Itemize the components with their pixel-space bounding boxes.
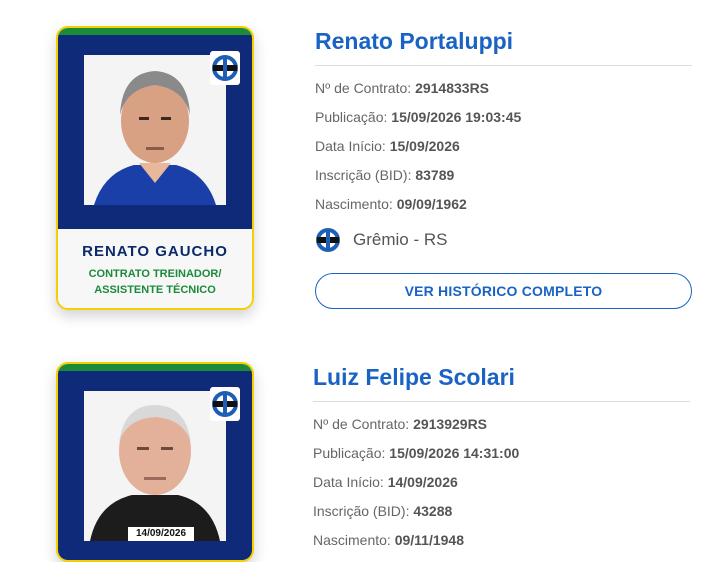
club-row: Grêmio - RS [315, 227, 692, 253]
coach-card: 14/09/2026 [56, 362, 254, 562]
birth-date-row: Nascimento: 09/11/1948 [313, 532, 690, 549]
field-label: Nº de Contrato: [313, 416, 410, 432]
publication-row: Publicação: 15/09/2026 14:31:00 [313, 445, 690, 462]
gremio-crest-icon [315, 227, 341, 253]
field-value: 2914833RS [415, 80, 490, 96]
field-label: Nº de Contrato: [315, 80, 412, 96]
contract-role-line: CONTRATO TREINADOR/ [88, 268, 222, 280]
coach-photo [84, 55, 226, 205]
coach-photo: 14/09/2026 [84, 391, 226, 541]
start-date-row: Data Início: 15/09/2026 [315, 138, 692, 155]
birth-date-row: Nascimento: 09/09/1962 [315, 196, 692, 213]
contract-number-row: Nº de Contrato: 2914833RS [315, 80, 692, 97]
field-label: Inscrição (BID): [313, 503, 410, 519]
photo-date: 14/09/2026 [128, 527, 194, 541]
field-value: 15/09/2026 [389, 138, 460, 154]
card-stripe [58, 28, 252, 35]
field-label: Data Início: [313, 474, 384, 490]
field-value: 15/09/2026 19:03:45 [391, 109, 522, 125]
coach-card: RENATO GAUCHO CONTRATO TREINADOR/ ASSIST… [56, 26, 254, 310]
card-footer: RENATO GAUCHO CONTRATO TREINADOR/ ASSIST… [58, 229, 252, 308]
field-value: 83789 [415, 167, 455, 183]
field-value: 43288 [413, 503, 453, 519]
coach-details: Luiz Felipe Scolari Nº de Contrato: 2913… [313, 364, 690, 549]
field-label: Data Início: [315, 138, 386, 154]
coach-details: Renato Portaluppi Nº de Contrato: 291483… [315, 28, 692, 309]
field-label: Publicação: [313, 445, 386, 461]
coach-name: Luiz Felipe Scolari [313, 364, 690, 402]
club-name: Grêmio - RS [353, 230, 448, 249]
registration-row: Inscrição (BID): 83789 [315, 167, 692, 184]
gremio-crest-icon [210, 387, 240, 421]
field-value: 15/09/2026 14:31:00 [389, 445, 520, 461]
field-value: 09/09/1962 [396, 196, 467, 212]
contract-role-line: ASSISTENTE TÉCNICO [94, 284, 216, 296]
field-value: 09/11/1948 [394, 532, 464, 548]
view-full-history-button[interactable]: VER HISTÓRICO COMPLETO [315, 273, 692, 309]
field-label: Nascimento: [315, 196, 393, 212]
coach-nickname: RENATO GAUCHO [82, 243, 228, 260]
registration-row: Inscrição (BID): 43288 [313, 503, 690, 520]
field-label: Inscrição (BID): [315, 167, 412, 183]
field-label: Publicação: [315, 109, 388, 125]
card-header [58, 35, 252, 229]
field-value: 2913929RS [413, 416, 488, 432]
start-date-row: Data Início: 14/09/2026 [313, 474, 690, 491]
publication-row: Publicação: 15/09/2026 19:03:45 [315, 109, 692, 126]
contract-number-row: Nº de Contrato: 2913929RS [313, 416, 690, 433]
card-stripe [58, 364, 252, 371]
field-value: 14/09/2026 [387, 474, 458, 490]
gremio-crest-icon [210, 51, 240, 85]
contract-role: CONTRATO TREINADOR/ ASSISTENTE TÉCNICO [58, 266, 252, 298]
card-header: 14/09/2026 [58, 371, 252, 560]
field-label: Nascimento: [313, 532, 391, 548]
coach-name: Renato Portaluppi [315, 28, 692, 66]
